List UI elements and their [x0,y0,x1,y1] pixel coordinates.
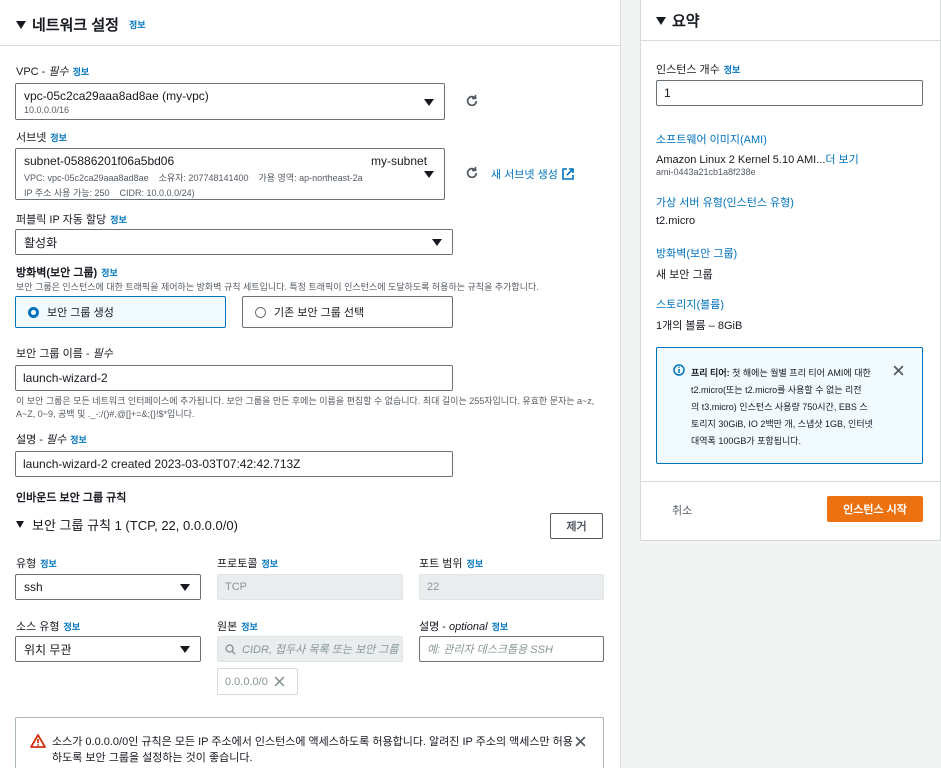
radio-existing-security-group[interactable]: 기존 보안 그룹 선택 [242,296,453,328]
firewall-value: 새 보안 그룹 [656,269,713,281]
sg-name-label: 보안 그룹 이름 - 필수 [16,348,113,360]
protocol-field: TCP [217,574,403,600]
ami-link[interactable]: 소프트웨어 이미지(AMI) [656,131,767,147]
cancel-button[interactable]: 취소 [672,502,692,518]
info-link[interactable]: 정보 [129,18,146,31]
instance-type-value: t2.micro [656,215,696,227]
chevron-down-icon [424,171,434,178]
subnet-id: subnet-05886201f06a5bd06 [24,154,175,168]
sg-name-input[interactable]: launch-wizard-2 [15,365,453,391]
chevron-down-icon [424,98,434,106]
description-label: 설명 - 필수 정보 [16,434,87,446]
remove-rule-button[interactable]: 제거 [550,513,603,539]
close-icon[interactable] [274,676,285,687]
network-settings-header[interactable]: 네트워크 설정 정보 [16,14,146,35]
type-select[interactable]: ssh [15,574,201,600]
public-ip-label: 퍼블릭 IP 자동 할당 정보 [16,214,127,226]
ami-name: Amazon Linux 2 Kernel 5.10 AMI...더 보기 [656,154,859,166]
storage-link[interactable]: 스토리지(볼륨) [656,296,724,312]
instance-count-label: 인스턴스 개수 정보 [656,64,741,76]
source-search-input: CIDR, 접두사 목록 또는 보안 그룹 [217,636,403,662]
sg-name-hint: 이 보안 그룹은 모든 네트워크 인터페이스에 추가됩니다. 보안 그룹을 만든… [16,396,595,419]
refresh-icon[interactable] [465,94,479,108]
rule-1-header[interactable]: 보안 그룹 규칙 1 (TCP, 22, 0.0.0.0/0) [16,515,238,534]
source-type-label: 소스 유형 정보 [16,621,81,633]
chevron-down-icon [180,584,190,591]
refresh-icon[interactable] [465,166,479,180]
vpc-label: VPC - 필수 정보 [16,66,90,78]
create-subnet-link[interactable]: 새 서브넷 생성 [491,166,574,182]
vpc-value: vpc-05c2ca29aaa8ad8ae (my-vpc) [24,89,209,103]
source-label: 원본 정보 [217,621,258,633]
inbound-rules-title: 인바운드 보안 그룹 규칙 [16,492,127,504]
source-token: 0.0.0.0/0 [217,668,298,695]
free-tier-alert: 프리 티어: 첫 해에는 월별 프리 티어 AMI에 대한 t2.micro(또… [656,347,923,464]
firewall-link[interactable]: 방화벽(보안 그룹) [656,245,737,261]
type-label: 유형 정보 [16,558,57,570]
public-ip-select[interactable]: 활성화 [15,229,453,255]
caret-down-icon [16,20,26,29]
port-range-label: 포트 범위 정보 [419,558,484,570]
subnet-detail-1: VPC: vpc-05c2ca29aaa8ad8ae 소유자: 20774814… [24,173,363,183]
public-ip-value: 활성화 [24,235,58,250]
summary-panel: 요약 인스턴스 개수 정보 1 소프트웨어 이미지(AMI) Amazon Lin… [640,0,941,541]
chevron-down-icon [180,646,190,653]
rule-description-input[interactable]: 예: 관리자 데스크톱용 SSH [419,636,604,662]
warning-icon [30,734,46,748]
radio-unselected-icon [255,306,266,318]
divider [641,40,940,41]
launch-instance-button[interactable]: 인스턴스 시작 [827,496,923,522]
protocol-label: 프로토콜 정보 [217,558,279,570]
network-settings-title: 네트워크 설정 [32,17,119,34]
radio-selected-icon [28,306,39,318]
description-input[interactable]: launch-wizard-2 created 2023-03-03T07:42… [15,451,453,477]
warning-text: 소스가 0.0.0.0/0인 규칙은 모든 IP 주소에서 인스턴스에 액세스하… [52,736,573,764]
divider [0,45,620,46]
divider [641,481,940,482]
network-settings-panel: 네트워크 설정 정보 VPC - 필수 정보 vpc-05c2ca29aaa8ad… [0,0,621,768]
close-icon[interactable] [575,736,586,747]
port-range-field: 22 [419,574,604,600]
summary-title: 요약 [672,13,700,30]
info-icon [673,364,685,376]
rule-description-label: 설명 - optional 정보 [419,621,509,633]
close-icon[interactable] [893,365,904,376]
source-type-select[interactable]: 위치 무관 [15,636,201,662]
summary-header[interactable]: 요약 [656,10,700,31]
radio-create-security-group[interactable]: 보안 그룹 생성 [15,296,226,328]
storage-value: 1개의 볼륨 – 8GiB [656,320,743,332]
search-icon [225,643,236,655]
ami-id: ami-0443a21cb1a8f238e [656,167,756,177]
caret-down-icon [656,16,666,25]
caret-down-icon [16,521,24,528]
instance-count-input[interactable]: 1 [656,80,923,106]
vpc-select[interactable]: vpc-05c2ca29aaa8ad8ae (my-vpc) 10.0.0.0/… [15,83,445,120]
external-link-icon [562,168,574,180]
vpc-cidr: 10.0.0.0/16 [24,105,70,115]
subnet-name: my-subnet [371,154,428,168]
firewall-description: 보안 그룹은 인스턴스에 대한 트래픽을 제어하는 방화벽 규칙 세트입니다. … [16,282,539,292]
subnet-select[interactable]: subnet-05886201f06a5bd06 my-subnet VPC: … [15,148,445,200]
instance-type-link[interactable]: 가상 서버 유형(인스턴스 유형) [656,194,794,210]
more-link[interactable]: 더 보기 [825,154,858,166]
chevron-down-icon [432,239,442,246]
warning-alert: 소스가 0.0.0.0/0인 규칙은 모든 IP 주소에서 인스턴스에 액세스하… [15,717,604,768]
subnet-label: 서브넷 정보 [16,132,67,144]
subnet-detail-2: IP 주소 사용 가능: 250 CIDR: 10.0.0.0/24) [24,188,195,198]
free-tier-text: 프리 티어: 첫 해에는 월별 프리 티어 AMI에 대한 t2.micro(또… [691,368,873,446]
firewall-label: 방화벽(보안 그룹) 정보 [16,267,118,279]
